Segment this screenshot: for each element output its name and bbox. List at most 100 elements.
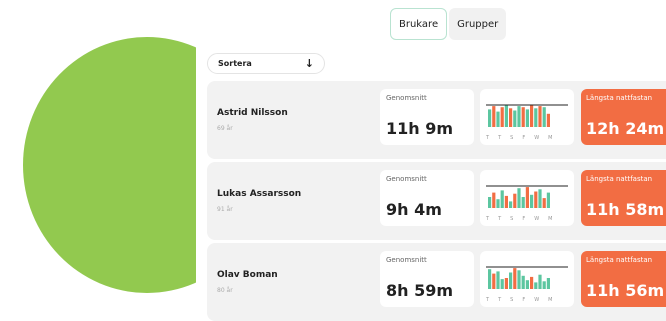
chart-bar	[509, 272, 513, 289]
weekday-label: F	[522, 297, 526, 303]
longest-fast-label: Längsta nattfastan	[586, 94, 653, 102]
chart-bar	[517, 270, 521, 289]
weekday-label: T	[486, 297, 490, 303]
chart-bar	[521, 275, 525, 289]
longest-fast-label: Längsta nattfastan	[586, 175, 653, 183]
chart-bar	[534, 108, 538, 127]
chart-bar	[546, 192, 550, 208]
longest-fast-card: Längsta nattfastan 11h 56m	[581, 251, 666, 307]
chart-bar	[500, 107, 504, 127]
chart-bar	[538, 189, 542, 208]
average-card: Genomsnitt 9h 4m	[380, 170, 474, 226]
chart-bar	[546, 278, 550, 289]
weekday-label: S	[510, 297, 514, 303]
user-name: Olav Boman	[217, 270, 278, 280]
chart-bar	[534, 282, 538, 289]
chart-bar	[496, 111, 500, 127]
weekday-label: T	[486, 135, 490, 141]
chart-bar	[513, 110, 517, 127]
chart-bar	[530, 105, 534, 127]
weekday-label: T	[498, 135, 502, 141]
longest-fast-value: 12h 24m	[586, 119, 665, 138]
weekday-label: F	[522, 216, 526, 222]
chart-bar	[525, 187, 529, 208]
fasting-chart: TTSFWM	[480, 251, 574, 307]
average-label: Genomsnitt	[386, 256, 427, 264]
weekday-labels: TTSFWM	[486, 297, 552, 303]
user-name: Astrid Nilsson	[217, 108, 288, 118]
average-label: Genomsnitt	[386, 94, 427, 102]
weekday-label: M	[548, 297, 553, 303]
user-age: 91 år	[217, 206, 233, 213]
weekday-label: S	[510, 135, 514, 141]
chart-bar	[488, 197, 492, 208]
chart-bar	[509, 201, 513, 208]
chart-bar	[504, 195, 508, 208]
chart-bar	[504, 105, 508, 127]
chart-bar	[525, 280, 529, 289]
chart-bar	[530, 276, 534, 289]
chart-bar	[492, 273, 496, 289]
weekday-label: W	[534, 216, 540, 222]
chart-bar	[500, 190, 504, 208]
chart-bar	[538, 274, 542, 289]
longest-fast-value: 11h 58m	[586, 200, 665, 219]
longest-fast-value: 11h 56m	[586, 281, 665, 300]
chart-bar	[517, 188, 521, 208]
chart-bar	[492, 106, 496, 127]
chart-bar	[488, 109, 492, 127]
chart-bar	[500, 279, 504, 289]
chart-bar	[517, 106, 521, 127]
user-row[interactable]: Olav Boman 80 år Genomsnitt 8h 59m T T S F W…	[207, 243, 666, 321]
chart-bar	[534, 191, 538, 208]
chart-bar	[525, 109, 529, 127]
sort-button[interactable]: Sortera ↓	[207, 53, 325, 74]
sort-label: Sortera	[218, 59, 252, 68]
weekday-label: S	[510, 216, 514, 222]
chart-bar	[546, 113, 550, 127]
weekday-label: M	[548, 216, 553, 222]
user-name: Lukas Assarsson	[217, 189, 302, 199]
average-value: 11h 9m	[386, 119, 454, 138]
user-row[interactable]: Astrid Nilsson 69 år Genomsnitt 11h 9m T…	[207, 81, 666, 159]
user-row[interactable]: Lukas Assarsson 91 år Genomsnitt 9h 4m T…	[207, 162, 666, 240]
weekday-labels: TTSFWM	[486, 216, 552, 222]
average-card: Genomsnitt 8h 59m	[380, 251, 474, 307]
chart-bar	[521, 197, 525, 208]
chart-bar	[538, 106, 542, 127]
users-panel: Brukare Grupper Sortera ↓ Astrid Nilsson…	[196, 8, 666, 321]
arrow-down-icon: ↓	[304, 57, 314, 70]
chart-bar	[513, 268, 517, 289]
chart-bar	[513, 193, 517, 208]
chart-bar	[521, 107, 525, 127]
chart-bar	[509, 108, 513, 127]
chart-bar	[530, 194, 534, 208]
user-age: 69 år	[217, 125, 233, 132]
weekday-label: W	[534, 297, 540, 303]
chart-bar	[492, 192, 496, 208]
chart-bar	[496, 271, 500, 289]
chart-bar	[542, 107, 546, 127]
fasting-chart: TTSFWM	[480, 89, 574, 145]
longest-fast-card: Längsta nattfastan 11h 58m	[581, 170, 666, 226]
weekday-label: T	[498, 216, 502, 222]
tab-grupper[interactable]: Grupper	[449, 8, 507, 40]
average-value: 9h 4m	[386, 200, 442, 219]
average-card: Genomsnitt 11h 9m	[380, 89, 474, 145]
average-label: Genomsnitt	[386, 175, 427, 183]
weekday-label: T	[486, 216, 490, 222]
weekday-label: W	[534, 135, 540, 141]
weekday-labels: TTSFWM	[486, 135, 552, 141]
weekday-label: F	[522, 135, 526, 141]
chart-bar	[542, 198, 546, 208]
fasting-chart: TTSFWM	[480, 170, 574, 226]
chart-bar	[542, 281, 546, 289]
tab-brukare[interactable]: Brukare	[390, 8, 448, 40]
chart-bar	[504, 278, 508, 289]
view-tabs: Brukare Grupper	[390, 8, 507, 40]
average-value: 8h 59m	[386, 281, 454, 300]
chart-bar	[488, 269, 492, 289]
longest-fast-label: Längsta nattfastan	[586, 256, 653, 264]
user-age: 80 år	[217, 287, 233, 294]
chart-bar	[496, 199, 500, 208]
